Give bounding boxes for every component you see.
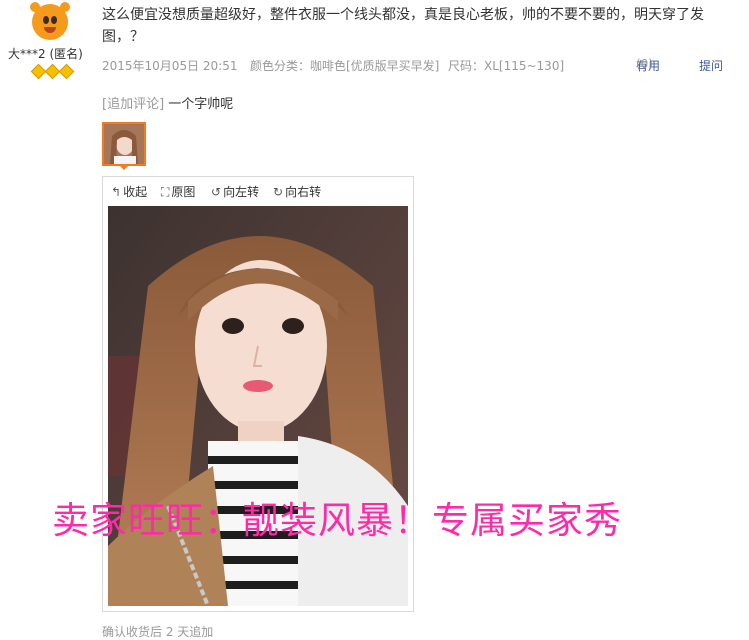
buyer-photo-illustration	[108, 206, 408, 606]
photo-thumbnail[interactable]	[102, 122, 146, 166]
review-content: 这么便宜没想质量超级好，整件衣服一个线头都没，真是良心老板，帅的不要不要的，明天…	[102, 7, 704, 45]
diamond-icon	[58, 63, 75, 80]
review-date: 2015年10月05日 20:51	[102, 59, 238, 73]
buyer-photo	[108, 206, 408, 606]
thumbnail-image	[104, 124, 144, 164]
avatar-mouth	[44, 27, 56, 33]
rotate-right-label: 向右转	[285, 185, 322, 199]
user-name: 大***2 (匿名)	[8, 47, 83, 61]
collapse-button[interactable]: ↰ 收起	[111, 183, 147, 200]
collapse-label: 收起	[123, 185, 148, 199]
rotate-right-icon: ↻	[273, 185, 284, 199]
seller-watermark: 卖家旺旺：靓装风暴！专属买家秀	[52, 499, 622, 542]
review-size-option: 尺码：XL[115~130]	[448, 59, 565, 73]
fullsize-icon: ⛶	[161, 185, 170, 199]
user-avatar	[26, 2, 74, 46]
original-label: 原图	[171, 185, 196, 199]
appended-review: [追加评论] 一个字帅呢	[102, 93, 233, 112]
review-color-option: 颜色分类：咖啡色[优质版早买早发]	[250, 59, 440, 73]
review-item: 大***2 (匿名) 这么便宜没想质量超级好，整件衣服一个线头都没，真是良心老板…	[0, 0, 749, 640]
append-time-note: 确认收货后 2 天追加	[102, 625, 214, 639]
append-label: [追加评论]	[102, 97, 165, 112]
thumbnail-pointer	[118, 164, 130, 170]
rotate-left-label: 向左转	[223, 185, 260, 199]
collapse-icon: ↰	[111, 185, 122, 199]
review-meta: 2015年10月05日 20:51 颜色分类：咖啡色[优质版早买早发] 尺码：X…	[102, 57, 732, 75]
avatar-eye-right	[51, 16, 57, 24]
avatar-eye-left	[43, 16, 49, 24]
append-text: 一个字帅呢	[168, 97, 234, 112]
original-image-button[interactable]: ⛶ 原图	[161, 183, 195, 200]
rotate-right-button[interactable]: ↻ 向右转	[273, 183, 321, 200]
ask-question-link[interactable]: 提问	[699, 57, 723, 74]
rotate-left-button[interactable]: ↺ 向左转	[211, 183, 259, 200]
user-rank	[30, 63, 76, 80]
rotate-left-icon: ↺	[211, 185, 222, 199]
useful-count: (0)	[636, 57, 653, 71]
cartoon-avatar-icon	[32, 4, 68, 40]
photo-viewer: ↰ 收起 ⛶ 原图 ↺ 向左转 ↻ 向右转	[102, 176, 414, 612]
